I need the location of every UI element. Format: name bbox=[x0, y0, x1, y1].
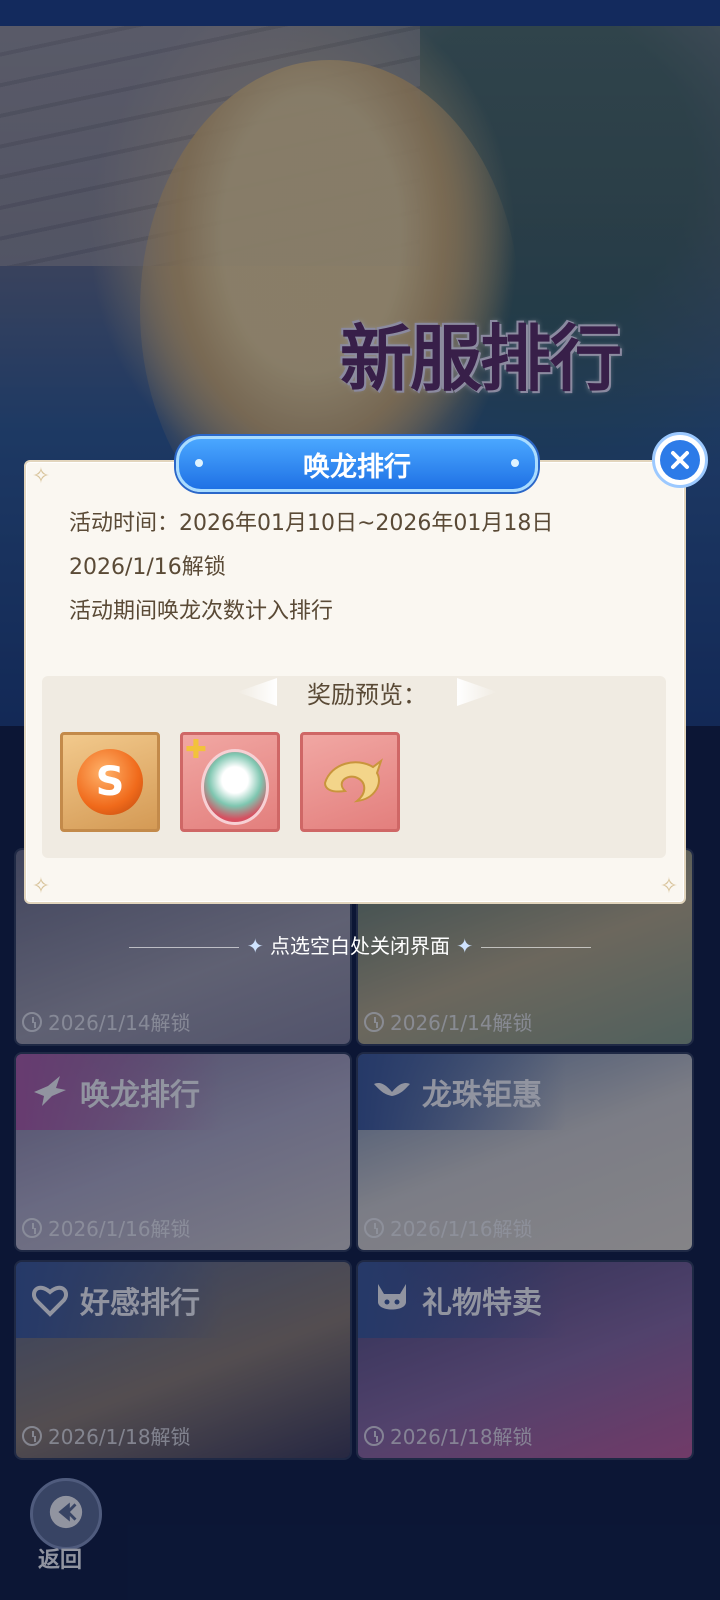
dialog-title-text: 唤龙排行 bbox=[303, 451, 411, 483]
activity-time: 活动时间：2026年01月10日~2026年01月18日 bbox=[69, 511, 554, 536]
dialog-title: 唤龙排行 bbox=[176, 436, 538, 492]
event-dialog: ✧ ✧ ✧ ✧ 唤龙排行 活动时间：2026年01月10日~2026年01月18… bbox=[24, 436, 686, 904]
title-dot-icon bbox=[511, 459, 519, 467]
sparkle-icon: ✦ bbox=[246, 934, 264, 958]
close-icon bbox=[660, 440, 700, 480]
sparkle-icon: ✦ bbox=[456, 934, 474, 958]
divider bbox=[481, 947, 592, 948]
close-hint: ✦ 点选空白处关闭界面 ✦ bbox=[0, 930, 720, 959]
corner-ornament-icon: ✧ bbox=[31, 874, 51, 899]
event-description: 活动期间唤龙次数计入排行 bbox=[69, 599, 334, 624]
dragon-orb-icon: S bbox=[77, 749, 143, 815]
reward-title: 奖励预览： bbox=[247, 674, 487, 710]
reward-item-dragon-orb[interactable]: S bbox=[60, 732, 160, 832]
reward-preview: 奖励预览： S ✚ bbox=[42, 676, 666, 858]
event-info: 活动时间：2026年01月10日~2026年01月18日 2026/1/16解锁… bbox=[69, 502, 553, 634]
close-button[interactable] bbox=[652, 432, 708, 488]
divider bbox=[128, 947, 239, 948]
unlock-date: 2026/1/16解锁 bbox=[69, 555, 226, 580]
puzzle-icon: ✚ bbox=[185, 735, 207, 765]
title-dot-icon bbox=[195, 459, 203, 467]
corner-ornament-icon: ✧ bbox=[659, 874, 679, 899]
close-hint-text: 点选空白处关闭界面 bbox=[270, 934, 450, 958]
reward-item-golden-dragon[interactable] bbox=[300, 732, 400, 832]
reward-item-character-puzzle[interactable]: ✚ bbox=[180, 732, 280, 832]
corner-ornament-icon: ✧ bbox=[31, 464, 51, 489]
golden-dragon-icon bbox=[317, 753, 387, 813]
